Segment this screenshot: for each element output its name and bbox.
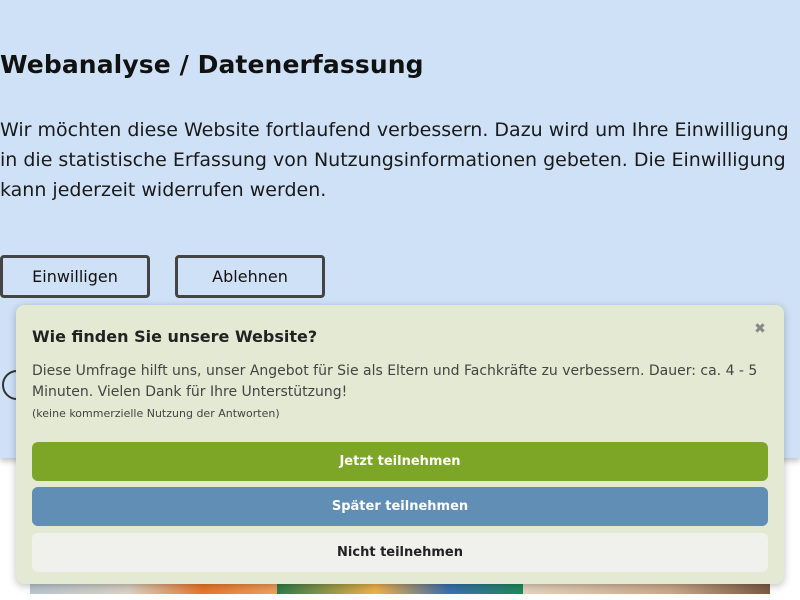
survey-title: Wie finden Sie unsere Website?: [32, 327, 318, 346]
survey-text: Diese Umfrage hilft uns, unser Angebot f…: [32, 363, 758, 400]
decline-button[interactable]: Ablehnen: [175, 255, 325, 298]
survey-popup: Wie finden Sie unsere Website? ✖ Diese U…: [16, 305, 784, 584]
decline-survey-button[interactable]: Nicht teilnehmen: [32, 533, 768, 572]
survey-note: (keine kommerzielle Nutzung der Antworte…: [32, 407, 280, 420]
join-survey-button[interactable]: Jetzt teilnehmen: [32, 442, 768, 481]
close-icon[interactable]: ✖: [750, 319, 770, 339]
later-survey-button[interactable]: Später teilnehmen: [32, 487, 768, 526]
consent-title: Webanalyse / Datenerfassung: [0, 50, 424, 79]
accept-button[interactable]: Einwilligen: [0, 255, 150, 298]
consent-text: Wir möchten diese Website fortlaufend ve…: [0, 119, 789, 201]
